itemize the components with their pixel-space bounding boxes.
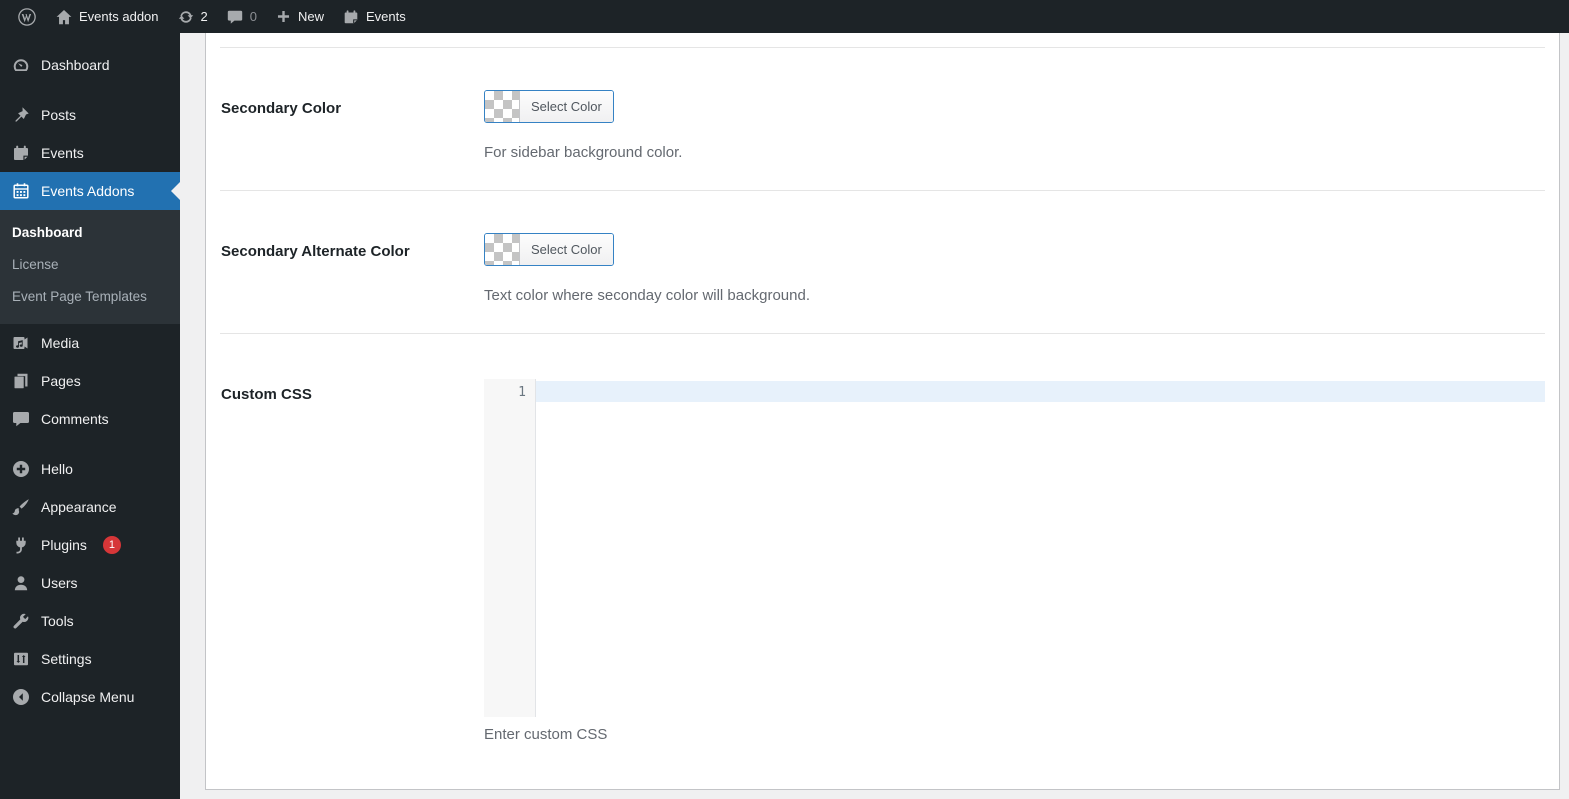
events-toolbar-label: Events (366, 9, 406, 24)
submenu-item-event-page-templates[interactable]: Event Page Templates (0, 281, 180, 313)
wp-logo-menu[interactable] (8, 0, 46, 33)
menu-separator (0, 84, 180, 96)
sidebar-item-label: Events (41, 145, 84, 161)
comments-menu[interactable]: 0 (217, 0, 266, 33)
updates-count: 2 (200, 9, 208, 24)
site-name-label: Events addon (79, 9, 159, 24)
secondary-color-picker-button[interactable]: Select Color (484, 90, 614, 123)
speech-bubble-icon (11, 409, 31, 429)
secondary-alternate-color-picker-button[interactable]: Select Color (484, 233, 614, 266)
collapse-arrow-icon (11, 687, 31, 707)
paint-brush-icon (11, 497, 31, 517)
stacked-pages-icon (11, 371, 31, 391)
sidebar-item-label: Media (41, 335, 80, 351)
plug-icon (11, 535, 31, 555)
sidebar-item-events-addons[interactable]: Events Addons (0, 172, 180, 210)
wordpress-logo-icon (17, 7, 37, 27)
dashboard-gauge-icon (11, 55, 31, 75)
plus-icon (275, 8, 292, 25)
admin-sidebar: Dashboard Posts Events Events Addons Das… (0, 33, 180, 799)
setting-row-secondary-alternate-color: Secondary Alternate Color Select Color T… (220, 191, 1545, 334)
sidebar-item-label: Dashboard (41, 57, 110, 73)
sidebar-item-label: Tools (41, 613, 74, 629)
settings-panel: Secondary Color Select Color For sidebar… (205, 33, 1560, 790)
sidebar-item-label: Posts (41, 107, 77, 123)
secondary-color-label: Secondary Color (221, 100, 342, 117)
select-color-button-label: Select Color (519, 234, 613, 265)
sidebar-item-posts[interactable]: Posts (0, 96, 180, 134)
updates-icon (177, 8, 195, 26)
sidebar-item-settings[interactable]: Settings (0, 640, 180, 678)
media-icon (11, 333, 31, 353)
editor-active-line (536, 381, 1545, 402)
submenu-item-license[interactable]: License (0, 249, 180, 281)
setting-row-secondary-color: Secondary Color Select Color For sidebar… (220, 48, 1545, 191)
site-name-menu[interactable]: Events addon (46, 0, 168, 33)
secondary-alternate-color-label: Secondary Alternate Color (221, 243, 410, 260)
sidebar-item-dashboard[interactable]: Dashboard (0, 46, 180, 84)
sidebar-item-label: Plugins (41, 537, 87, 553)
editor-text-area[interactable] (536, 379, 1545, 717)
secondary-color-description: For sidebar background color. (484, 144, 683, 161)
person-icon (11, 573, 31, 593)
sidebar-item-pages[interactable]: Pages (0, 362, 180, 400)
transparent-color-swatch (485, 234, 519, 265)
custom-css-description: Enter custom CSS (484, 726, 608, 743)
sidebar-item-media[interactable]: Media (0, 324, 180, 362)
transparent-color-swatch (485, 91, 519, 122)
sidebar-item-label: Appearance (41, 499, 117, 515)
calendar-page-icon (11, 143, 31, 163)
sidebar-item-label: Comments (41, 411, 109, 427)
sidebar-item-events[interactable]: Events (0, 134, 180, 172)
wrench-icon (11, 611, 31, 631)
submenu-item-dashboard[interactable]: Dashboard (0, 217, 180, 249)
sidebar-item-users[interactable]: Users (0, 564, 180, 602)
row-divider (220, 33, 1545, 48)
events-toolbar-menu[interactable]: Events (333, 0, 415, 33)
plus-circle-icon (11, 459, 31, 479)
new-content-menu[interactable]: New (266, 0, 333, 33)
collapse-menu-label: Collapse Menu (41, 689, 135, 705)
secondary-alternate-color-description: Text color where seconday color will bac… (484, 287, 810, 304)
events-addons-submenu: Dashboard License Event Page Templates (0, 210, 180, 324)
setting-row-custom-css: Custom CSS 1 Enter custom CSS (220, 334, 1545, 744)
sidebar-item-tools[interactable]: Tools (0, 602, 180, 640)
custom-css-label: Custom CSS (221, 386, 312, 403)
editor-line-number-gutter: 1 (484, 379, 536, 717)
custom-css-editor[interactable]: 1 (484, 379, 1545, 717)
sidebar-item-label: Hello (41, 461, 73, 477)
events-calendar-icon (342, 8, 360, 26)
sidebar-item-appearance[interactable]: Appearance (0, 488, 180, 526)
sidebar-item-label: Pages (41, 373, 81, 389)
new-label: New (297, 9, 324, 24)
comment-bubble-icon (226, 8, 244, 26)
collapse-menu-button[interactable]: Collapse Menu (0, 678, 180, 716)
sidebar-item-label: Users (41, 575, 78, 591)
line-number: 1 (518, 385, 526, 400)
sidebar-item-comments[interactable]: Comments (0, 400, 180, 438)
calendar-grid-icon (11, 181, 31, 201)
active-menu-arrow (171, 182, 180, 200)
updates-menu[interactable]: 2 (168, 0, 217, 33)
home-icon (55, 8, 73, 26)
plugins-update-badge: 1 (102, 536, 121, 554)
sidebar-item-plugins[interactable]: Plugins 1 (0, 526, 180, 564)
comments-count: 0 (249, 9, 257, 24)
sidebar-item-hello[interactable]: Hello (0, 450, 180, 488)
menu-separator (0, 438, 180, 450)
sidebar-item-label: Events Addons (41, 183, 135, 199)
content-area: Secondary Color Select Color For sidebar… (180, 33, 1569, 799)
pushpin-icon (11, 105, 31, 125)
admin-bar: Events addon 2 0 New Events (0, 0, 1569, 33)
select-color-button-label: Select Color (519, 91, 613, 122)
sliders-icon (11, 649, 31, 669)
sidebar-item-label: Settings (41, 651, 92, 667)
